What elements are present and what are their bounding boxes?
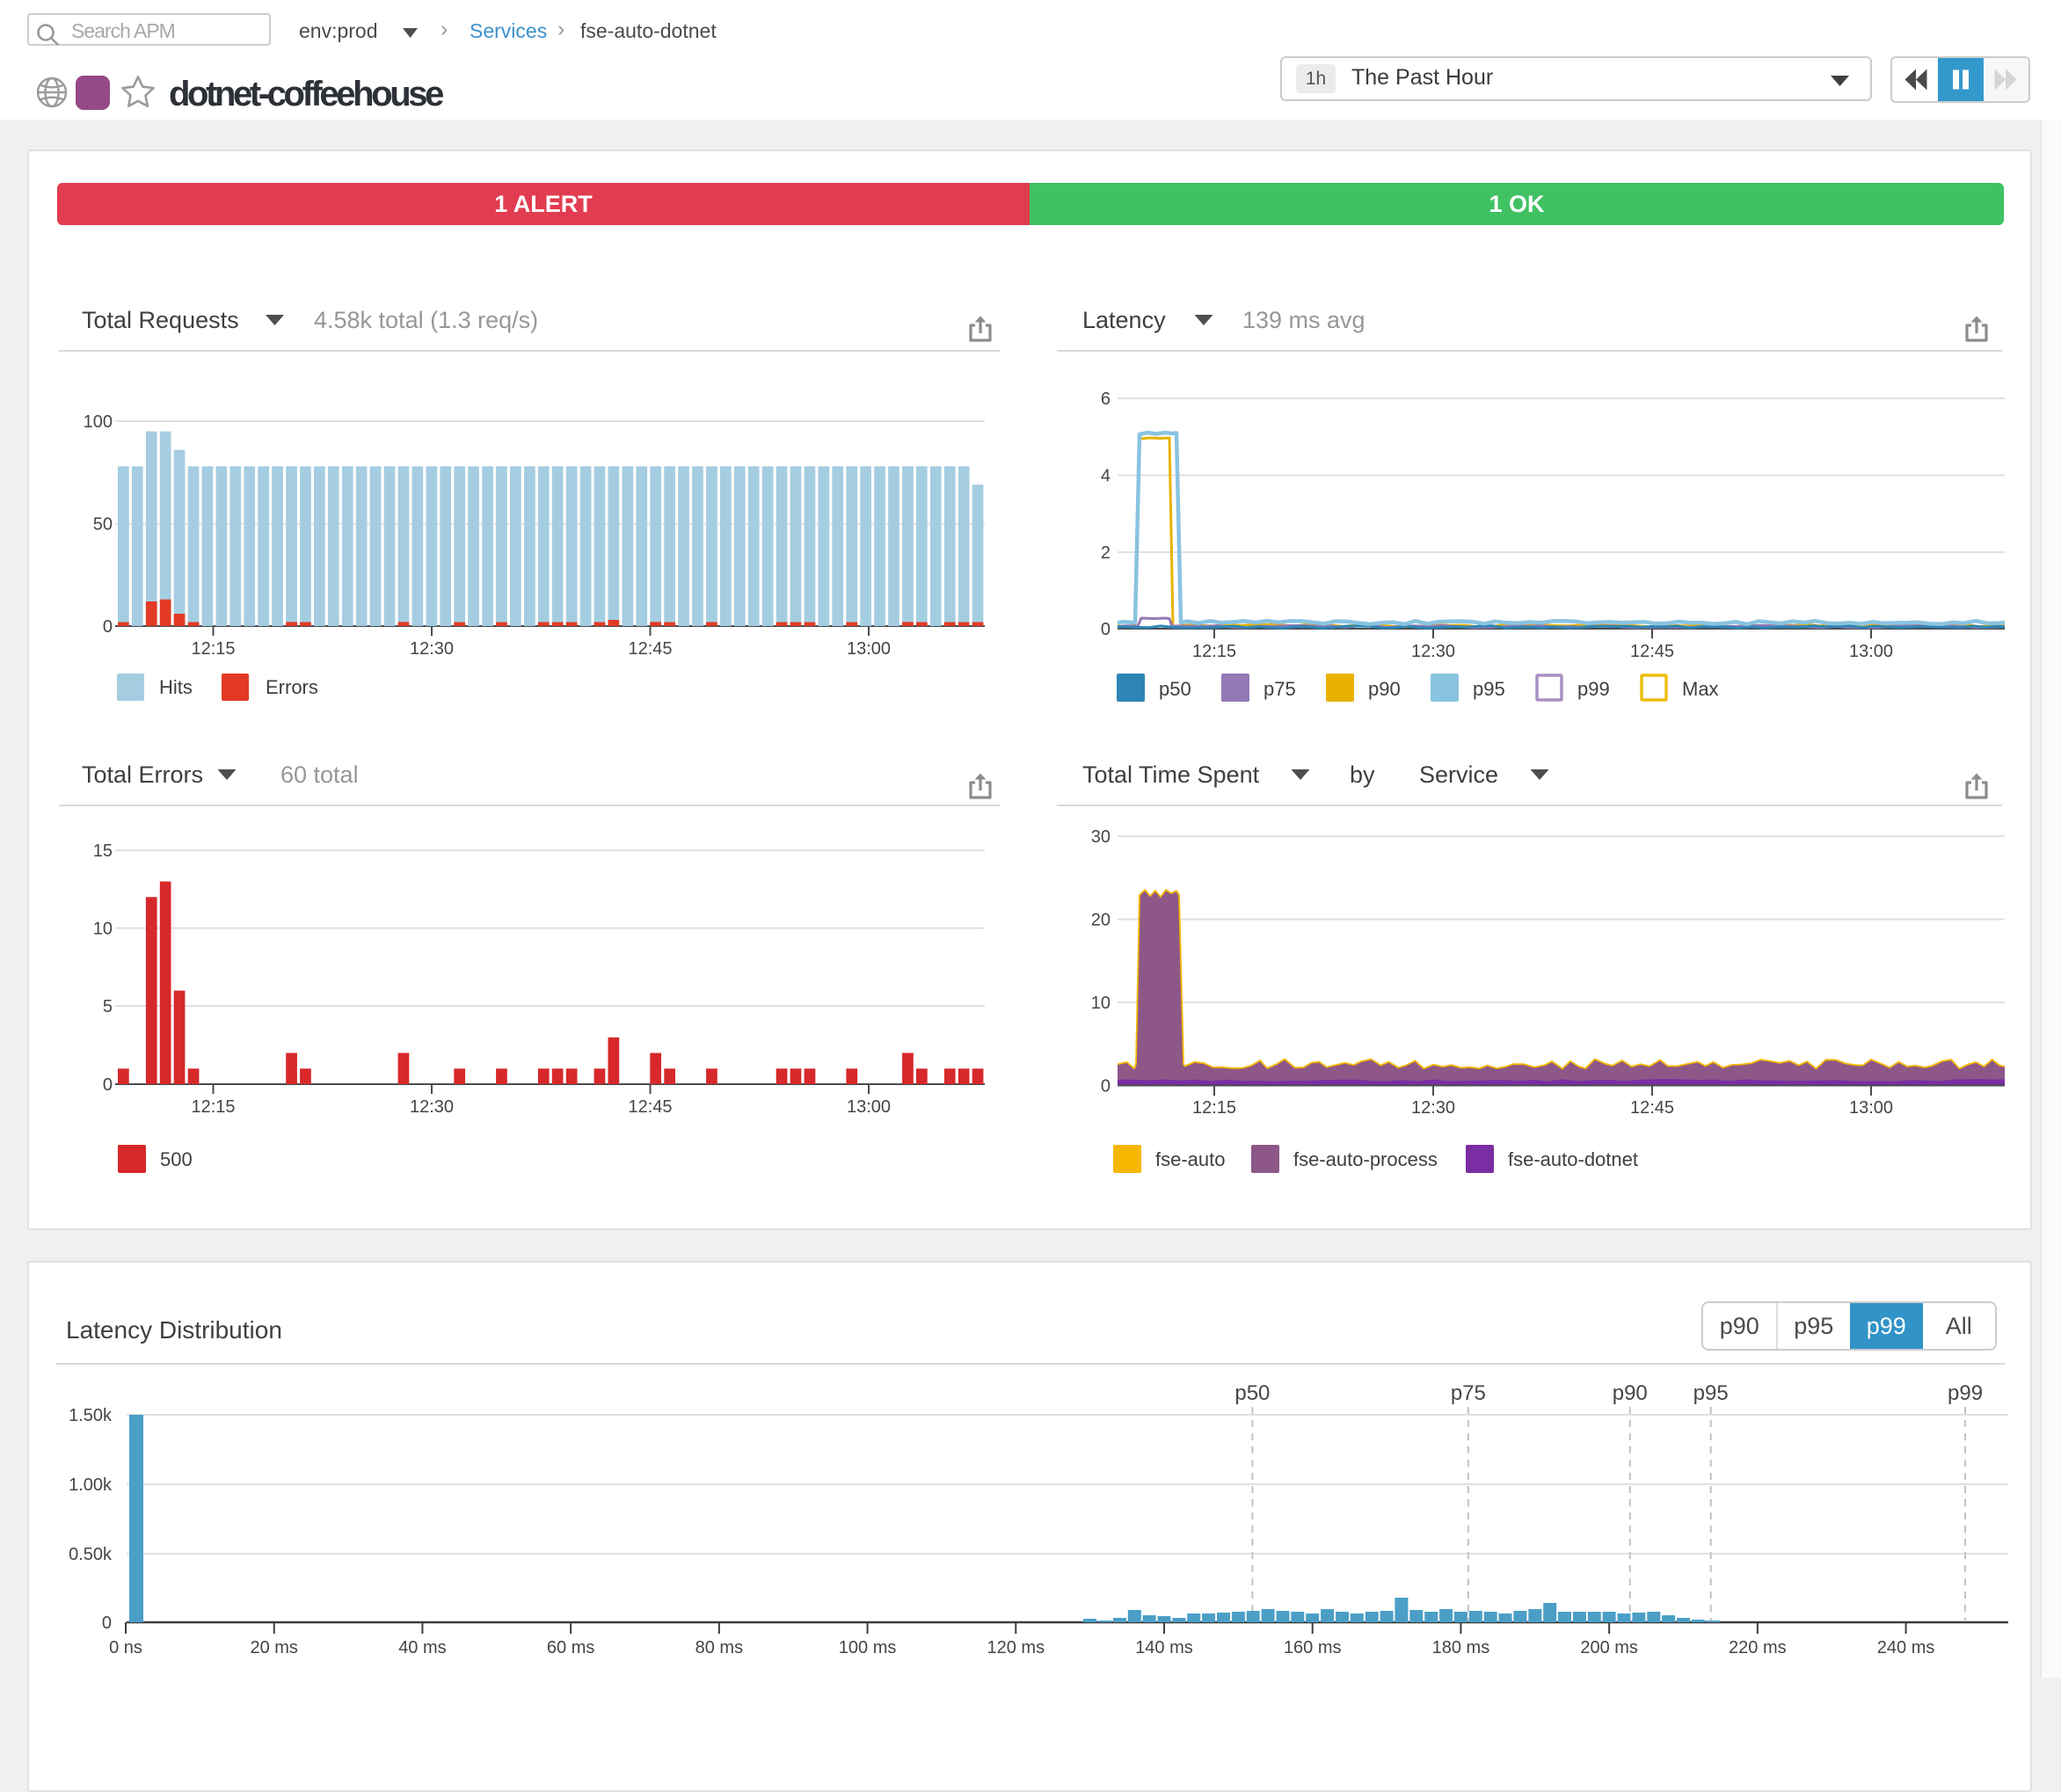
svg-text:60 total: 60 total <box>280 761 359 788</box>
svg-text:Total Time Spent: Total Time Spent <box>1082 761 1260 788</box>
svg-text:13:00: 13:00 <box>1849 1098 1893 1118</box>
svg-text:Hits: Hits <box>159 676 193 698</box>
svg-text:Total Requests: Total Requests <box>82 307 239 333</box>
svg-text:80 ms: 80 ms <box>695 1638 743 1657</box>
svg-text:12:30: 12:30 <box>1411 642 1455 661</box>
svg-text:10: 10 <box>1091 994 1111 1013</box>
svg-text:0 ns: 0 ns <box>109 1638 142 1657</box>
svg-text:0: 0 <box>103 617 113 637</box>
svg-text:1.00k: 1.00k <box>69 1475 113 1495</box>
svg-text:500: 500 <box>160 1148 193 1170</box>
svg-text:12:45: 12:45 <box>1630 1098 1674 1118</box>
svg-text:Total Errors: Total Errors <box>82 761 203 788</box>
svg-text:50: 50 <box>93 515 113 535</box>
svg-text:0: 0 <box>1101 620 1111 639</box>
svg-text:Service: Service <box>1419 761 1498 788</box>
svg-text:fse-auto: fse-auto <box>1155 1148 1226 1170</box>
svg-text:40 ms: 40 ms <box>398 1638 446 1657</box>
svg-text:12:45: 12:45 <box>628 639 672 659</box>
svg-text:Latency Distribution: Latency Distribution <box>66 1316 282 1344</box>
svg-text:fse-auto-process: fse-auto-process <box>1293 1148 1438 1170</box>
svg-text:200 ms: 200 ms <box>1580 1638 1638 1657</box>
svg-text:10: 10 <box>93 920 113 939</box>
svg-text:12:15: 12:15 <box>1192 642 1236 661</box>
svg-text:5: 5 <box>103 997 113 1016</box>
svg-text:12:30: 12:30 <box>410 1097 454 1117</box>
svg-text:60 ms: 60 ms <box>547 1638 594 1657</box>
svg-text:Errors: Errors <box>266 676 318 698</box>
svg-text:4.58k total (1.3 req/s): 4.58k total (1.3 req/s) <box>314 307 538 333</box>
svg-text:p75: p75 <box>1264 678 1296 700</box>
svg-text:p90: p90 <box>1613 1381 1648 1405</box>
svg-text:0: 0 <box>103 1075 113 1095</box>
svg-text:13:00: 13:00 <box>1849 642 1893 661</box>
svg-text:15: 15 <box>93 841 113 861</box>
svg-text:Max: Max <box>1682 678 1719 700</box>
svg-text:12:45: 12:45 <box>1630 642 1674 661</box>
svg-text:12:45: 12:45 <box>628 1097 672 1117</box>
svg-text:100: 100 <box>84 412 113 432</box>
svg-text:p99: p99 <box>1577 678 1610 700</box>
svg-text:13:00: 13:00 <box>847 639 891 659</box>
svg-text:160 ms: 160 ms <box>1284 1638 1342 1657</box>
svg-text:0: 0 <box>1101 1077 1111 1096</box>
svg-text:Latency: Latency <box>1082 307 1166 333</box>
svg-text:13:00: 13:00 <box>847 1097 891 1117</box>
svg-text:20: 20 <box>1091 911 1111 930</box>
svg-text:p50: p50 <box>1159 678 1191 700</box>
svg-text:p90: p90 <box>1368 678 1401 700</box>
svg-text:12:15: 12:15 <box>191 639 235 659</box>
svg-text:120 ms: 120 ms <box>987 1638 1045 1657</box>
svg-text:0: 0 <box>102 1614 112 1633</box>
svg-text:139 ms avg: 139 ms avg <box>1242 307 1366 333</box>
svg-text:1.50k: 1.50k <box>69 1406 113 1425</box>
svg-text:p50: p50 <box>1234 1381 1270 1405</box>
svg-text:20 ms: 20 ms <box>250 1638 297 1657</box>
svg-text:180 ms: 180 ms <box>1432 1638 1490 1657</box>
svg-text:12:30: 12:30 <box>1411 1098 1455 1118</box>
svg-text:220 ms: 220 ms <box>1729 1638 1787 1657</box>
svg-text:12:30: 12:30 <box>410 639 454 659</box>
svg-text:30: 30 <box>1091 827 1111 847</box>
svg-text:240 ms: 240 ms <box>1877 1638 1935 1657</box>
svg-text:12:15: 12:15 <box>191 1097 235 1117</box>
svg-text:12:15: 12:15 <box>1192 1098 1236 1118</box>
svg-text:0.50k: 0.50k <box>69 1545 113 1564</box>
svg-text:p95: p95 <box>1473 678 1505 700</box>
svg-text:2: 2 <box>1101 543 1111 563</box>
svg-text:p95: p95 <box>1693 1381 1729 1405</box>
svg-text:4: 4 <box>1101 467 1111 486</box>
svg-text:p75: p75 <box>1451 1381 1486 1405</box>
svg-text:140 ms: 140 ms <box>1135 1638 1193 1657</box>
svg-text:6: 6 <box>1101 390 1111 409</box>
svg-text:fse-auto-dotnet: fse-auto-dotnet <box>1508 1148 1638 1170</box>
svg-text:100 ms: 100 ms <box>839 1638 897 1657</box>
svg-text:p99: p99 <box>1948 1381 1983 1405</box>
svg-text:by: by <box>1350 761 1375 788</box>
